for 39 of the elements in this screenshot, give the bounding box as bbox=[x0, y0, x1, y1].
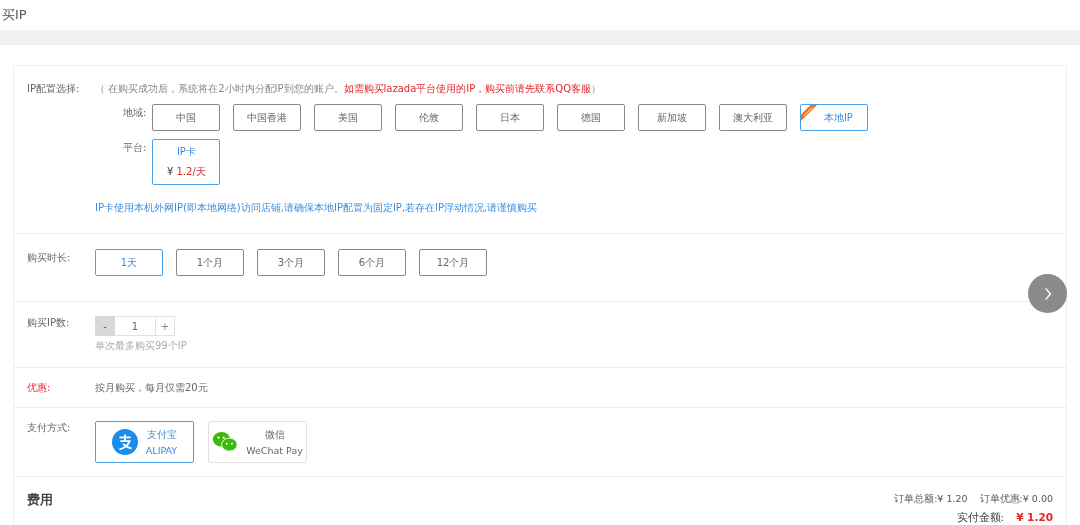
duration-option[interactable]: 12个月 bbox=[419, 249, 487, 276]
amount-paid-label: 实付金额: bbox=[956, 511, 1005, 525]
page-title: 买IP bbox=[2, 6, 27, 24]
notice-text: （ 在购买成功后，系统将在2小时内分配IP到您的账户。如需购买lazada平台使用的IP，购买前请先联系QQ客服） bbox=[95, 82, 602, 96]
region-option[interactable]: 伦敦 bbox=[395, 104, 464, 131]
order-total-text: 订单总额:¥ 1.20 bbox=[894, 493, 968, 506]
increment-button[interactable]: + bbox=[155, 316, 175, 336]
region-option[interactable]: 中国香港 bbox=[233, 104, 302, 131]
region-option[interactable]: 日本 bbox=[476, 104, 545, 131]
region-option[interactable]: 美国 bbox=[314, 104, 383, 131]
alipay-option[interactable]: 支付宝 ALIPAY bbox=[95, 421, 194, 463]
region-option[interactable]: 德国 bbox=[557, 104, 626, 131]
region-option[interactable]: 澳大利亚 bbox=[719, 104, 788, 131]
region-option[interactable]: 本地IP bbox=[800, 104, 869, 131]
region-option[interactable]: 新加坡 bbox=[638, 104, 707, 131]
quantity-input[interactable]: 1 bbox=[115, 316, 155, 336]
region-option[interactable]: 中国 bbox=[152, 104, 221, 131]
amount-paid-value: ¥ 1.20 bbox=[1016, 511, 1053, 525]
duration-option[interactable]: 6个月 bbox=[338, 249, 406, 276]
field-label: 支付方式: bbox=[27, 421, 72, 435]
section-title: 费用 bbox=[27, 491, 53, 509]
hint-text: 单次最多购买99个IP bbox=[95, 339, 187, 353]
chevron-right-icon bbox=[1042, 285, 1053, 302]
field-label: 平台: bbox=[123, 141, 147, 155]
order-discount-text: 订单优惠:¥ 0.00 bbox=[979, 493, 1053, 506]
platform-card[interactable]: IP卡 ¥ 1.2/天 bbox=[152, 139, 221, 185]
field-label: IP配置选择: bbox=[27, 82, 81, 96]
duration-option[interactable]: 1天 bbox=[95, 249, 163, 276]
field-label: 优惠: bbox=[27, 380, 52, 395]
next-arrow-button[interactable] bbox=[1028, 274, 1067, 313]
discount-text: 按月购买，每月仅需20元 bbox=[95, 380, 208, 395]
wechat-pay-option[interactable]: 微信 WeChat Pay bbox=[208, 421, 307, 463]
duration-option[interactable]: 1个月 bbox=[176, 249, 244, 276]
hint-text: IP卡使用本机外网IP(即本地网络)访问店铺,请确保本地IP配置为固定IP,若存在IP浮动情况,请谨慎购买 bbox=[95, 201, 539, 215]
duration-option[interactable]: 3个月 bbox=[257, 249, 325, 276]
field-label: 地域: bbox=[123, 106, 147, 120]
field-label: 购买IP数: bbox=[27, 316, 71, 330]
alipay-logo-icon bbox=[111, 429, 138, 455]
field-label: 购买时长: bbox=[27, 251, 72, 265]
